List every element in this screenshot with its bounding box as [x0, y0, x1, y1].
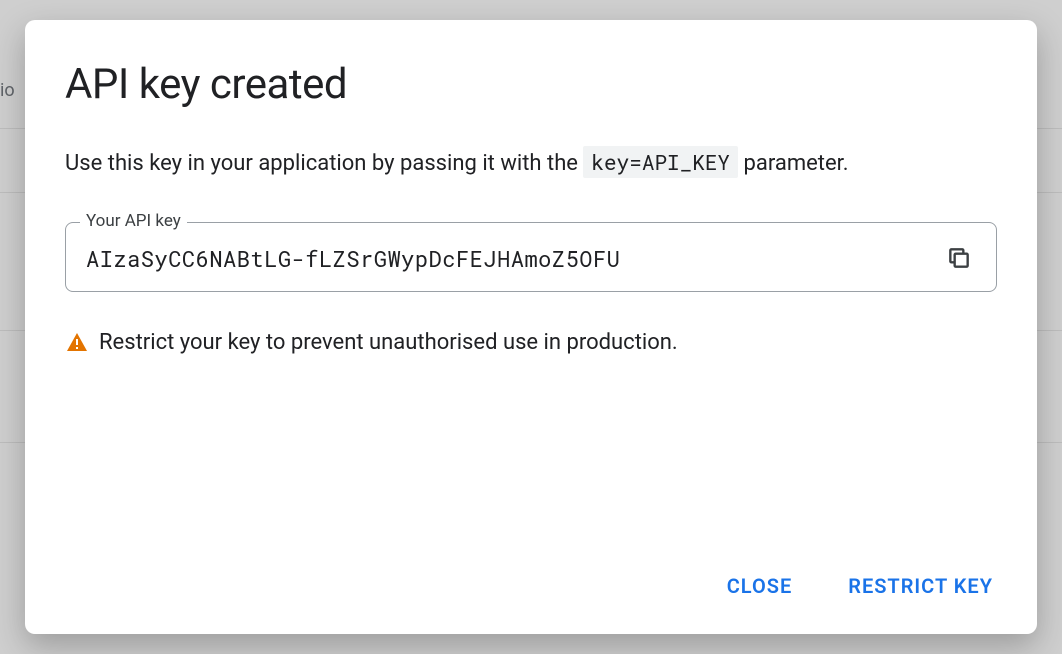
- dialog-description-post: parameter.: [738, 151, 849, 176]
- restrict-key-button[interactable]: RESTRICT KEY: [844, 566, 997, 606]
- api-key-field: Your API key AIzaSyCC6NABtLG-fLZSrGWypDc…: [65, 222, 997, 292]
- key-param-code: key=API_KEY: [583, 146, 738, 178]
- close-button[interactable]: CLOSE: [723, 566, 797, 606]
- api-key-field-label: Your API key: [80, 211, 187, 231]
- dialog-actions: CLOSE RESTRICT KEY: [65, 542, 997, 606]
- warning-icon: [65, 331, 89, 355]
- restrict-warning-text: Restrict your key to prevent unauthorise…: [99, 330, 678, 355]
- dialog-description: Use this key in your application by pass…: [65, 147, 997, 180]
- api-key-created-dialog: API key created Use this key in your app…: [25, 20, 1037, 634]
- background-text-fragment: io: [0, 80, 18, 101]
- copy-button[interactable]: [942, 241, 976, 275]
- dialog-description-pre: Use this key in your application by pass…: [65, 151, 583, 176]
- api-key-value[interactable]: AIzaSyCC6NABtLG-fLZSrGWypDcFEJHAmoZ5OFU: [86, 244, 930, 273]
- copy-icon: [946, 245, 972, 271]
- restrict-warning: Restrict your key to prevent unauthorise…: [65, 330, 997, 355]
- dialog-title: API key created: [65, 60, 997, 109]
